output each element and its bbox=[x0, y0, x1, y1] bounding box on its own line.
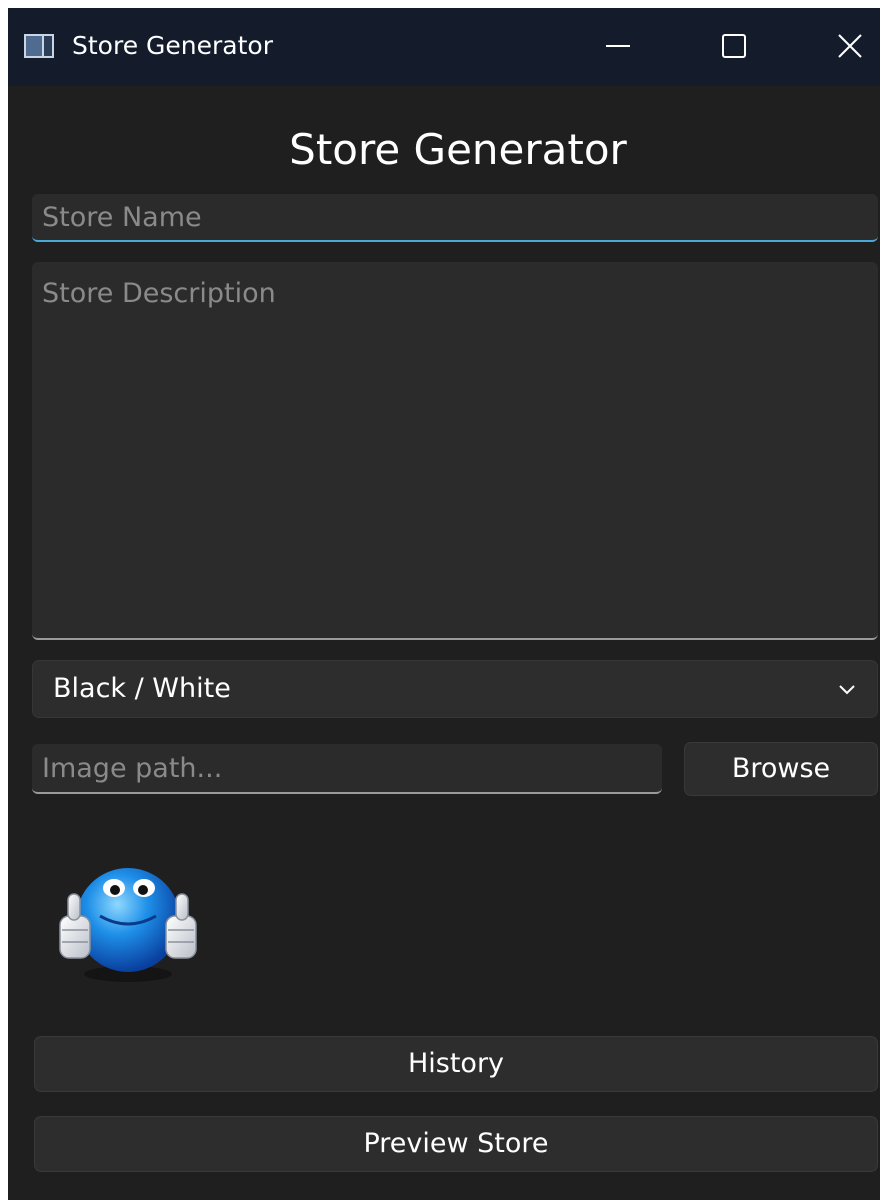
image-path-field[interactable] bbox=[32, 744, 662, 794]
color-scheme-value: Black / White bbox=[53, 673, 231, 704]
store-description-field[interactable] bbox=[32, 262, 878, 640]
history-button[interactable]: History bbox=[34, 1036, 878, 1092]
minimize-icon[interactable] bbox=[596, 24, 640, 68]
window-title: Store Generator bbox=[72, 31, 273, 60]
store-image-preview bbox=[59, 868, 197, 982]
page-title: Store Generator bbox=[289, 125, 627, 174]
browse-button[interactable]: Browse bbox=[684, 742, 878, 796]
maximize-icon[interactable] bbox=[712, 24, 756, 68]
color-scheme-select[interactable]: Black / White bbox=[32, 660, 878, 718]
store-name-input[interactable] bbox=[32, 194, 878, 240]
title-bar[interactable]: Store Generator bbox=[8, 8, 880, 86]
image-path-input[interactable] bbox=[32, 744, 662, 792]
app-icon bbox=[24, 34, 54, 58]
preview-store-button[interactable]: Preview Store bbox=[34, 1116, 878, 1172]
close-icon[interactable] bbox=[828, 24, 872, 68]
store-description-input[interactable] bbox=[32, 262, 878, 638]
store-name-field[interactable] bbox=[32, 194, 878, 242]
chevron-down-icon[interactable] bbox=[835, 677, 859, 701]
app-window: Store Generator Store Generator Black / … bbox=[8, 8, 880, 1200]
